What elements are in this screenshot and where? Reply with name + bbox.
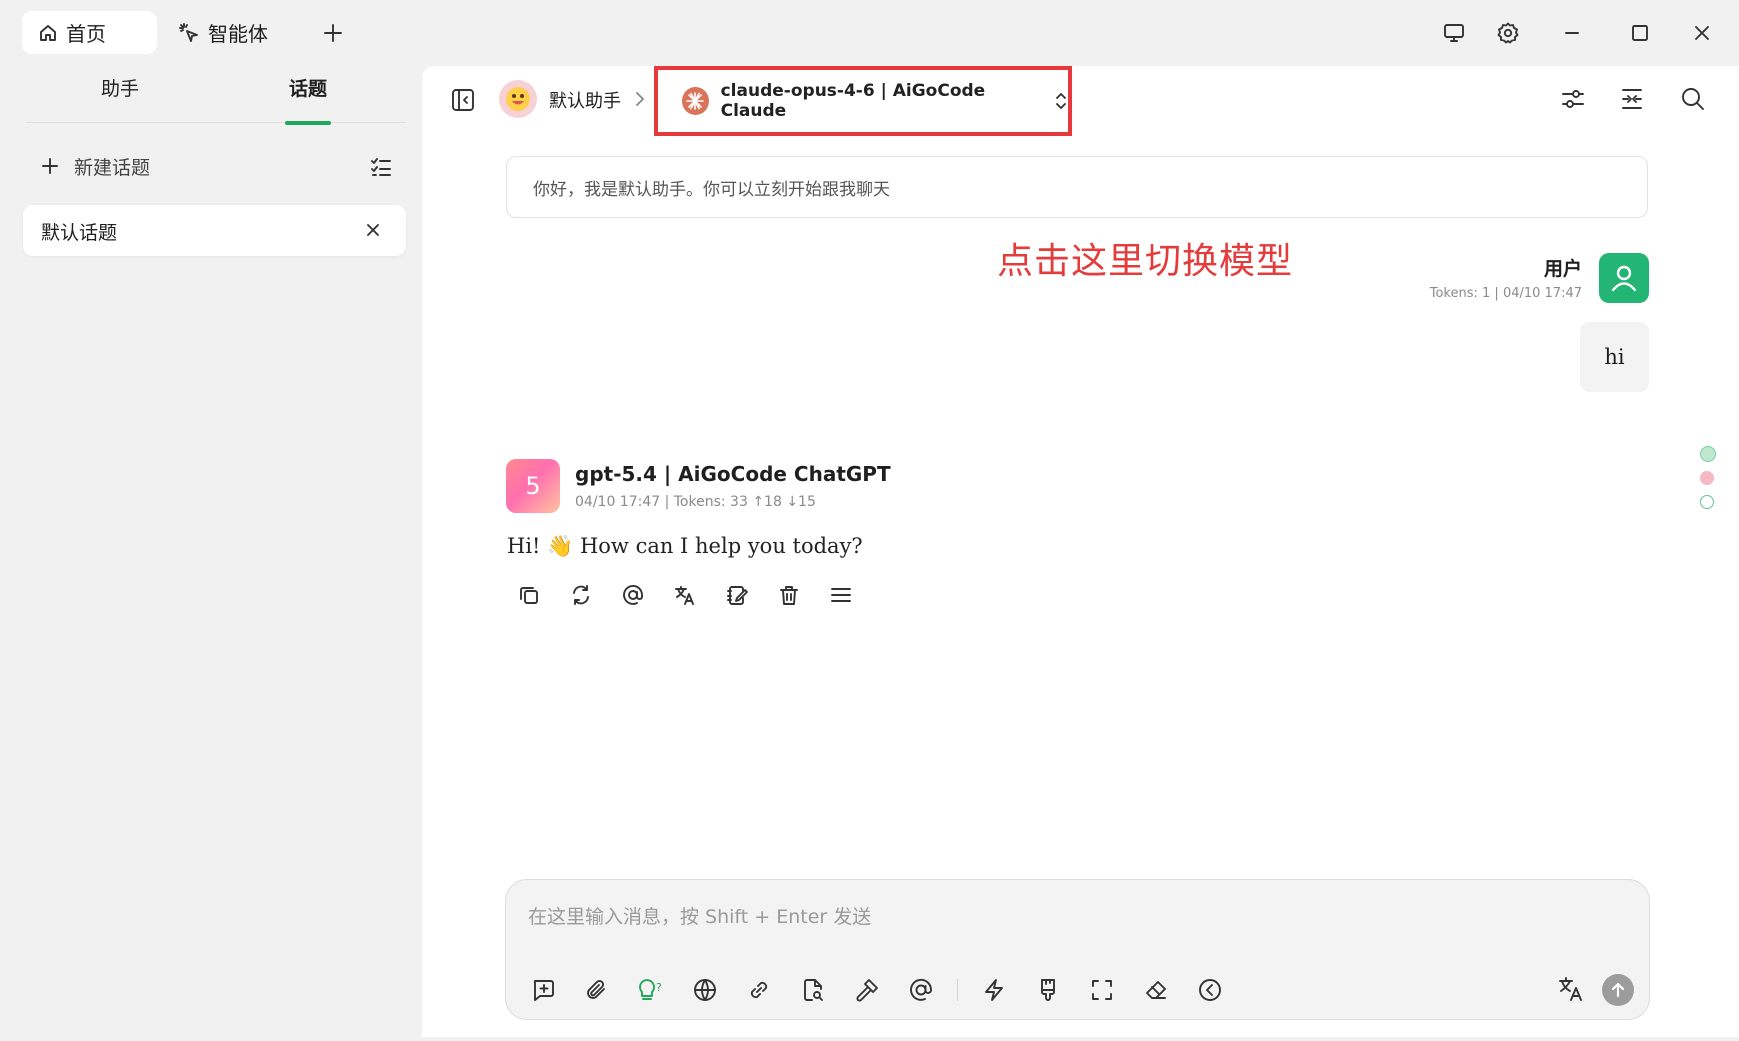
monitor-button[interactable] (1434, 14, 1474, 52)
greeting-text: 你好，我是默认助手。你可以立刻开始跟我聊天 (533, 180, 890, 200)
new-tab-button[interactable] (318, 18, 348, 48)
composer-placeholder: 在这里输入消息，按 Shift + Enter 发送 (528, 906, 872, 928)
maximize-button[interactable] (1620, 14, 1660, 52)
model-avatar: 5 (506, 459, 560, 513)
edit-icon[interactable] (722, 580, 752, 610)
sliders-icon (1562, 90, 1584, 108)
minimize-button[interactable] (1552, 14, 1592, 52)
translate-input-button[interactable] (1557, 975, 1585, 1003)
search-button[interactable] (1673, 79, 1713, 119)
nav-dot-user[interactable] (1700, 446, 1716, 462)
topic-manage-button[interactable] (369, 155, 393, 179)
model-selector[interactable]: claude-opus-4-6 | AiGoCode Claude (654, 66, 1072, 136)
scroll-bottom-dot[interactable] (1700, 495, 1714, 509)
user-icon (1611, 265, 1637, 292)
model-avatar-text: 5 (525, 472, 541, 500)
link-icon[interactable] (741, 972, 777, 1008)
close-icon[interactable] (363, 220, 383, 240)
expand-icon[interactable] (1084, 972, 1120, 1008)
svg-text:?: ? (656, 981, 662, 994)
menu-icon[interactable] (826, 580, 856, 610)
attachment-icon[interactable] (579, 972, 615, 1008)
tab-label: 首页 (66, 22, 106, 46)
checklist-icon (371, 158, 391, 176)
sidebar-divider (26, 122, 406, 123)
copy-icon[interactable] (514, 580, 544, 610)
monitor-icon (1444, 24, 1464, 42)
toggle-sidebar-button[interactable] (443, 80, 483, 120)
assistant-name[interactable]: 默认助手 (549, 87, 621, 113)
model-message-meta: 04/10 17:47 | Tokens: 33 ↑18 ↓15 (575, 494, 816, 510)
close-window-button[interactable] (1682, 14, 1722, 52)
plus-icon (324, 24, 342, 42)
hammer-icon[interactable] (849, 972, 885, 1008)
new-topic-label: 新建话题 (74, 156, 151, 179)
sidebar-tab-topics[interactable]: 话题 (276, 74, 340, 110)
regenerate-icon[interactable] (566, 580, 596, 610)
topic-label: 默认话题 (41, 222, 118, 244)
gear-icon (1497, 22, 1519, 44)
home-icon (38, 23, 58, 43)
message-actions (514, 580, 856, 610)
globe-icon[interactable] (687, 972, 723, 1008)
narrow-mode-button[interactable] (1612, 79, 1652, 119)
translate-icon[interactable] (670, 580, 700, 610)
file-search-icon[interactable] (795, 972, 831, 1008)
model-message-text: Hi! 👋 How can I help you today? (507, 534, 863, 558)
plus-icon (42, 158, 58, 174)
assistant-prompt-card: 你好，我是默认助手。你可以立刻开始跟我聊天 (506, 156, 1648, 218)
topic-item[interactable]: 默认话题 (23, 205, 406, 256)
settings-button[interactable] (1488, 14, 1528, 52)
user-message-meta: Tokens: 1 | 04/10 17:47 (1429, 286, 1582, 301)
delete-icon[interactable] (774, 580, 804, 610)
eraser-icon[interactable] (1138, 972, 1174, 1008)
claude-logo-icon (682, 87, 709, 115)
assistant-avatar (499, 80, 537, 118)
tab-agents[interactable]: 智能体 (178, 11, 268, 54)
user-message-text: hi (1604, 345, 1625, 369)
tab-label: 智能体 (208, 22, 268, 46)
toolbar-divider (957, 979, 958, 1001)
brush-icon[interactable] (1030, 972, 1066, 1008)
nav-dot-model[interactable] (1700, 471, 1714, 485)
mention-icon[interactable] (903, 972, 939, 1008)
maximize-icon (1632, 25, 1648, 41)
mention-icon[interactable] (618, 580, 648, 610)
lightning-icon[interactable] (976, 972, 1012, 1008)
user-name: 用户 (1543, 258, 1582, 280)
sparkle-cursor-icon (178, 22, 200, 44)
user-message-bubble: hi (1580, 322, 1649, 392)
tab-home[interactable]: 首页 (22, 11, 157, 54)
active-tab-indicator (285, 121, 331, 125)
model-name: claude-opus-4-6 | AiGoCode Claude (720, 81, 986, 121)
chat-settings-button[interactable] (1553, 79, 1593, 119)
new-topic-icon[interactable] (525, 972, 561, 1008)
sidebar-collapse-icon (452, 89, 474, 111)
close-icon (1695, 26, 1709, 40)
annotation-text: 点击这里切换模型 (997, 241, 1294, 282)
minimize-icon (1565, 32, 1579, 34)
send-icon (1611, 982, 1625, 998)
new-topic-button[interactable]: 新建话题 (40, 150, 150, 182)
lightbulb-icon[interactable]: ? (633, 972, 669, 1008)
composer-toolbar: ? (525, 972, 1246, 1008)
chevron-right-icon (633, 90, 647, 108)
avatar (1599, 253, 1649, 303)
collapse-icon (1622, 89, 1642, 109)
chevron-left-circle-icon[interactable] (1192, 972, 1228, 1008)
model-name: gpt-5.4 | AiGoCode ChatGPT (575, 462, 891, 486)
translate-icon (1559, 977, 1582, 1001)
send-button[interactable] (1602, 974, 1634, 1006)
sidebar-tab-assistants[interactable]: 助手 (90, 74, 150, 110)
search-icon (1682, 88, 1704, 110)
chevron-updown-icon (1054, 91, 1068, 111)
